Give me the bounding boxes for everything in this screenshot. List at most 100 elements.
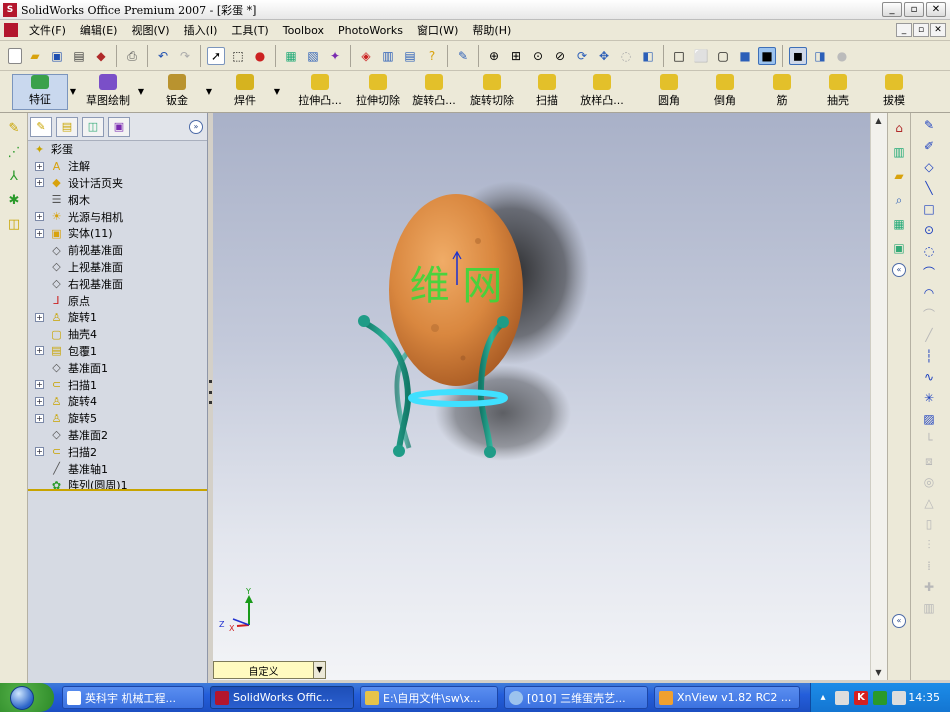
- tree-item[interactable]: ▢ 抽壳4: [28, 326, 207, 343]
- file-explorer-icon[interactable]: ▰: [890, 167, 908, 185]
- menu-window[interactable]: 窗口(W): [410, 22, 465, 38]
- menu-toolbox[interactable]: Toolbox: [276, 24, 331, 37]
- wireframe-icon[interactable]: □: [670, 47, 688, 65]
- circle-icon[interactable]: ⊙: [919, 221, 939, 239]
- zoom-in-out-icon[interactable]: ⊙: [529, 47, 547, 65]
- hidden-lines-removed-icon[interactable]: ▢: [714, 47, 732, 65]
- tab-sheet-metal-dropdown[interactable]: ▼: [204, 74, 214, 110]
- roll-view-icon[interactable]: ◌: [617, 47, 635, 65]
- mate-icon[interactable]: ✱: [5, 191, 23, 209]
- offset-entities-icon[interactable]: ⧈: [919, 452, 939, 470]
- view-layout-icon[interactable]: ▥: [379, 47, 397, 65]
- antivirus-icon[interactable]: [873, 690, 887, 705]
- rebuild-icon[interactable]: ●: [251, 47, 269, 65]
- view-palette-icon[interactable]: ▦: [890, 215, 908, 233]
- construction-line-icon[interactable]: ┆: [919, 347, 939, 365]
- tree-item[interactable]: ◇ 上视基准面: [28, 259, 207, 276]
- tree-item[interactable]: + ▤ 包覆1: [28, 343, 207, 360]
- tree-item[interactable]: + ♙ 旋转4: [28, 393, 207, 410]
- photoworks-render-icon[interactable]: ✦: [326, 47, 344, 65]
- doc-minimize-button[interactable]: _: [896, 23, 912, 37]
- layer-icon[interactable]: ▤: [401, 47, 419, 65]
- expand-toggle-icon[interactable]: +: [35, 228, 44, 238]
- tree-item[interactable]: ◇ 前视基准面: [28, 242, 207, 259]
- search-icon[interactable]: ⌕: [890, 191, 908, 209]
- add-relation-icon[interactable]: ▥: [919, 599, 939, 617]
- reference-point-icon[interactable]: ⅄: [5, 167, 23, 185]
- extruded-boss-button[interactable]: 拉伸凸...: [294, 74, 346, 110]
- centerline-icon[interactable]: ╱: [919, 326, 939, 344]
- tree-item[interactable]: + ♙ 旋转1: [28, 309, 207, 326]
- help-icon[interactable]: ?: [423, 47, 441, 65]
- tree-item[interactable]: + ◆ 设计活页夹: [28, 175, 207, 192]
- tab-features[interactable]: 特征: [12, 74, 68, 110]
- taskbar-item-0[interactable]: 英科宇 机械工程...: [62, 686, 204, 709]
- expand-toggle-icon[interactable]: +: [35, 312, 44, 322]
- tab-weldments[interactable]: 焊件: [218, 74, 272, 110]
- menu-help[interactable]: 帮助(H): [465, 22, 518, 38]
- select-icon[interactable]: ➚: [207, 46, 225, 65]
- rollback-bar[interactable]: [28, 489, 207, 491]
- expand-toggle-icon[interactable]: +: [35, 396, 44, 406]
- options-icon[interactable]: ▦: [282, 47, 300, 65]
- menu-photoworks[interactable]: PhotoWorks: [331, 24, 410, 37]
- plane-icon[interactable]: ▨: [919, 410, 939, 428]
- tree-item[interactable]: ╱ 基准轴1: [28, 460, 207, 477]
- zoom-fit-icon[interactable]: ⊕: [485, 47, 503, 65]
- tab-sketch-dropdown[interactable]: ▼: [136, 74, 146, 110]
- save-icon[interactable]: ▣: [48, 47, 66, 65]
- shell-button[interactable]: 抽壳: [822, 74, 854, 110]
- taskbar-item-1[interactable]: SolidWorks Offic...: [210, 686, 354, 709]
- 3d-sketch-icon[interactable]: ✐: [919, 137, 939, 155]
- menu-insert[interactable]: 插入(I): [177, 22, 225, 38]
- volume-icon[interactable]: [892, 690, 906, 705]
- print-icon[interactable]: ⎙: [123, 47, 141, 65]
- hidden-lines-visible-icon[interactable]: ⬜: [692, 47, 710, 65]
- trim-icon[interactable]: △: [919, 494, 939, 512]
- tab-property-manager[interactable]: ▤: [56, 116, 78, 137]
- view-orientation-dropdown[interactable]: ▼: [313, 662, 325, 678]
- fillet-button[interactable]: 圆角: [654, 74, 684, 110]
- tree-item[interactable]: ◇ 基准面1: [28, 359, 207, 376]
- tree-item[interactable]: + ♙ 旋转5: [28, 410, 207, 427]
- minimize-button[interactable]: _: [882, 2, 902, 17]
- linear-pattern-icon[interactable]: ⁞: [919, 557, 939, 575]
- redo-icon[interactable]: ↷: [176, 47, 194, 65]
- new-icon[interactable]: [8, 47, 22, 64]
- zoom-area-icon[interactable]: ⊞: [507, 47, 525, 65]
- sketch-tool-icon[interactable]: ✎: [5, 119, 23, 137]
- doc-restore-button[interactable]: ▫: [913, 23, 929, 37]
- move-entities-icon[interactable]: ✚: [919, 578, 939, 596]
- convert-entities-icon[interactable]: ◎: [919, 473, 939, 491]
- menu-file[interactable]: 文件(F): [22, 22, 73, 38]
- tree-item[interactable]: ☰ 㭎木: [28, 191, 207, 208]
- tree-item[interactable]: ✿ 阵列(圆周)1: [28, 477, 207, 494]
- tree-item[interactable]: ◇ 基准面2: [28, 427, 207, 444]
- sketch-icon[interactable]: ✎: [919, 116, 939, 134]
- taskbar-item-2[interactable]: E:\自用文件\sw\x...: [360, 686, 498, 709]
- revolved-cut-button[interactable]: 旋转切除: [466, 74, 518, 110]
- expand-toggle-icon[interactable]: +: [35, 212, 44, 222]
- expand-toggle-icon[interactable]: +: [35, 413, 44, 423]
- tray-expand-icon[interactable]: ▴: [816, 691, 830, 705]
- start-button[interactable]: [0, 683, 54, 712]
- tab-feature-tree[interactable]: ✎: [30, 116, 52, 137]
- kaspersky-icon[interactable]: K: [854, 690, 868, 705]
- collapse-panel-button[interactable]: »: [189, 120, 203, 134]
- extruded-cut-button[interactable]: 拉伸切除: [352, 74, 404, 110]
- pan-icon[interactable]: ✥: [595, 47, 613, 65]
- standard-views-icon[interactable]: ◧: [639, 47, 657, 65]
- tree-item[interactable]: ◇ 右视基准面: [28, 275, 207, 292]
- shaded-icon[interactable]: ■: [758, 46, 776, 65]
- home-icon[interactable]: ⌂: [890, 119, 908, 137]
- mirror-icon[interactable]: ⫶: [919, 536, 939, 554]
- scroll-up-arrow-icon[interactable]: ▲: [871, 113, 886, 128]
- doc-close-button[interactable]: ✕: [930, 23, 946, 37]
- task-pane-expand-button[interactable]: «: [892, 263, 906, 277]
- tree-root-part[interactable]: ✦ 彩蛋: [28, 141, 207, 158]
- tree-item[interactable]: + A 注解: [28, 158, 207, 175]
- tree-item[interactable]: + ⊂ 扫描2: [28, 443, 207, 460]
- open-icon[interactable]: ▰: [26, 47, 44, 65]
- shaded-with-edges-icon[interactable]: ■: [736, 47, 754, 65]
- rectangle-icon[interactable]: □: [919, 200, 939, 218]
